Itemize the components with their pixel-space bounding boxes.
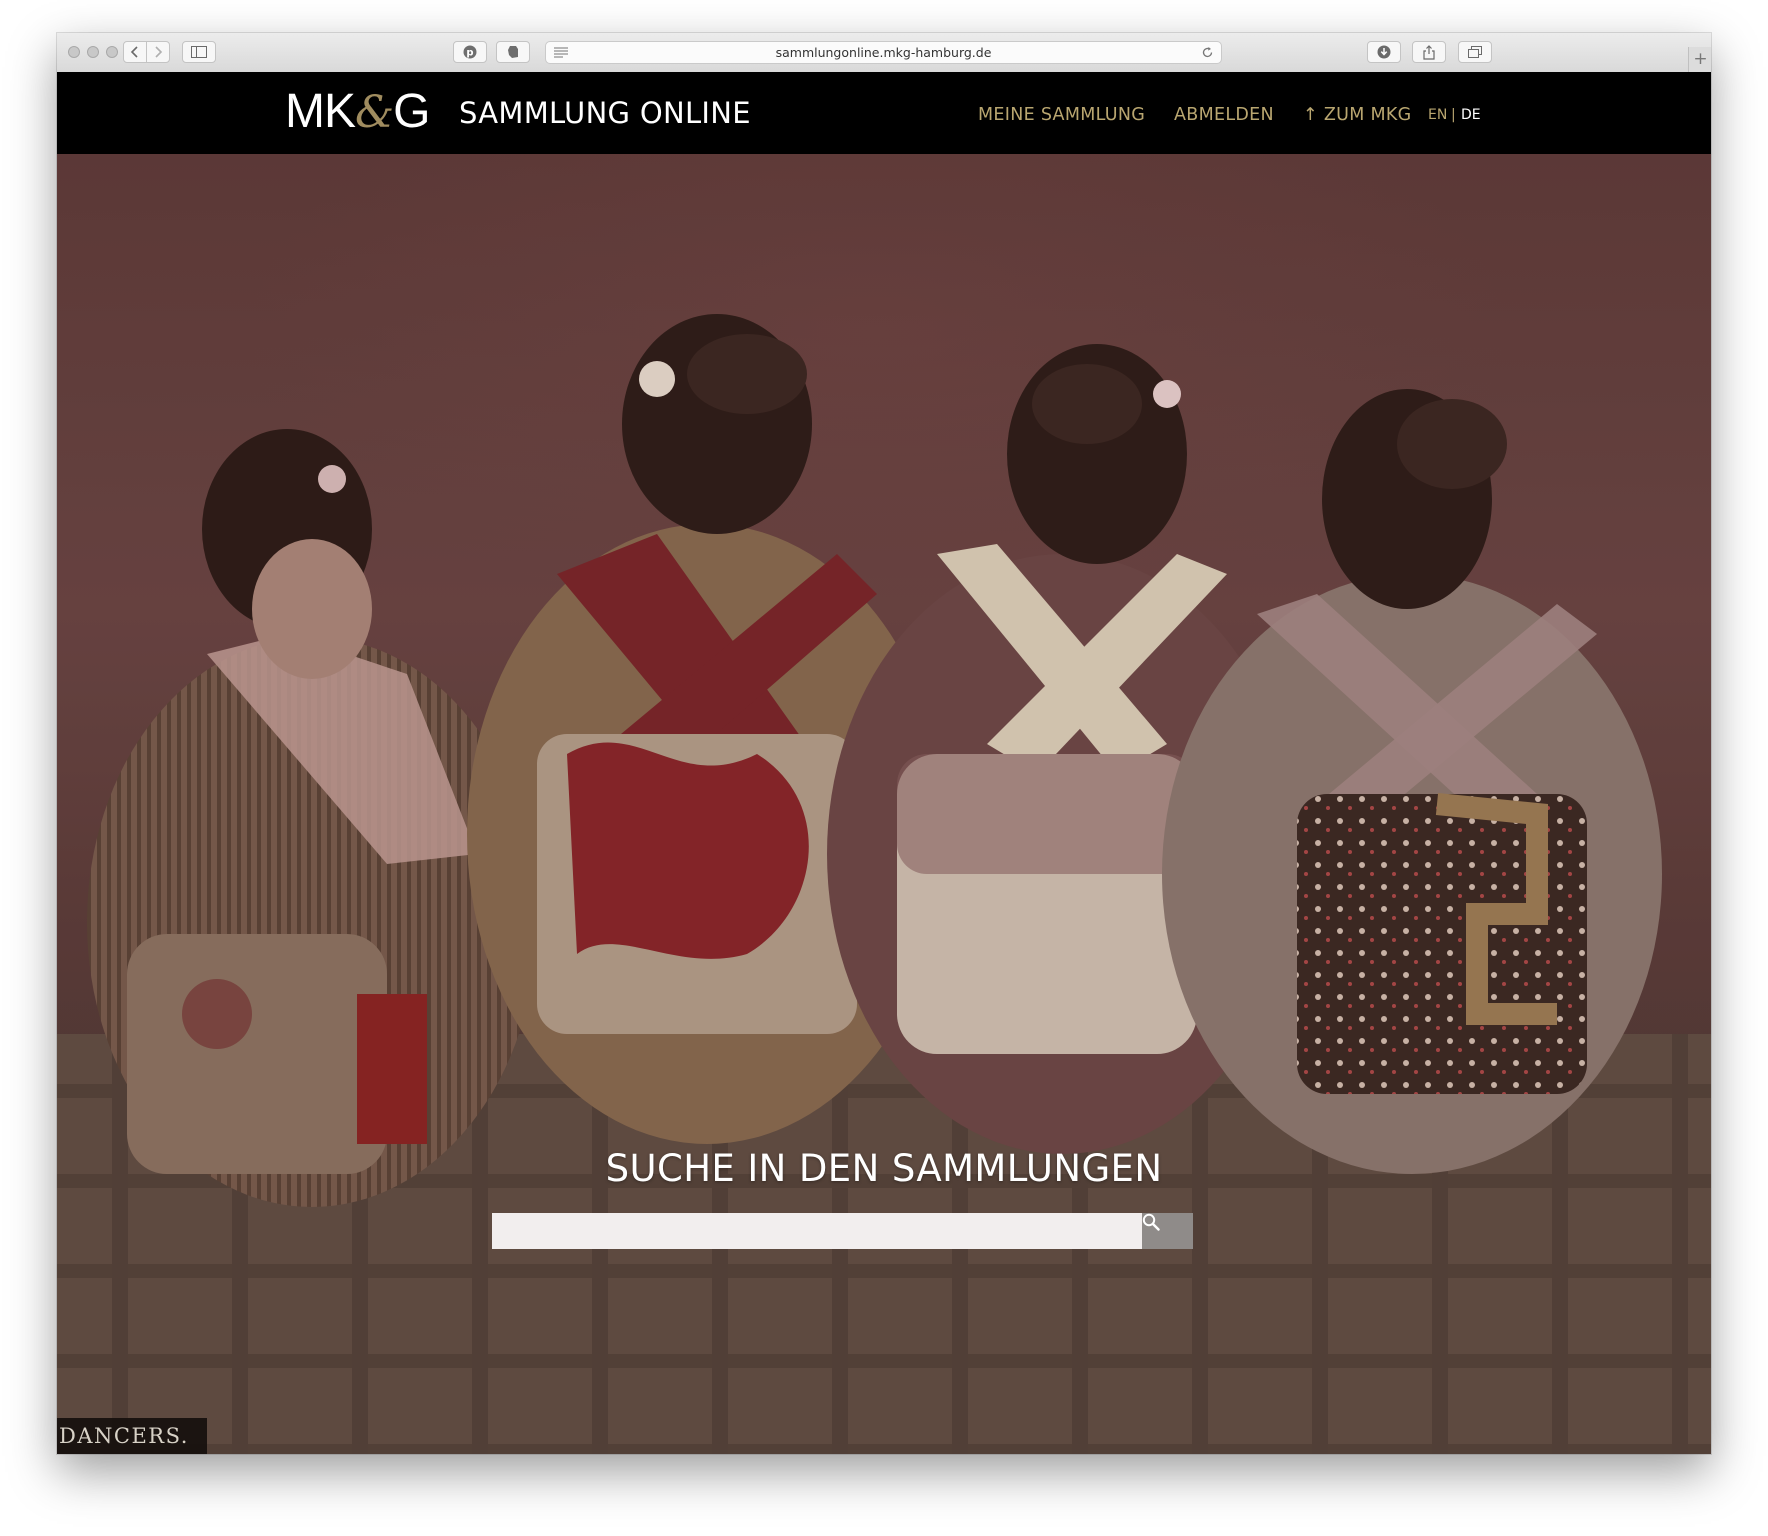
reload-icon[interactable] bbox=[1201, 46, 1214, 59]
tabs-overview-icon bbox=[1468, 46, 1482, 58]
nav-zum-mkg[interactable]: ↑ ZUM MKG bbox=[1303, 104, 1412, 126]
search-input[interactable] bbox=[492, 1213, 1142, 1249]
site-title[interactable]: SAMMLUNG ONLINE bbox=[459, 96, 751, 130]
browser-toolbar: p sammlungonline.mkg-hamburg.de + bbox=[57, 33, 1711, 73]
tabs-overview-button[interactable] bbox=[1458, 41, 1492, 63]
pinterest-button[interactable]: p bbox=[453, 41, 487, 63]
search-heading: SUCHE IN DEN SAMMLUNGEN bbox=[605, 1147, 1163, 1190]
evernote-icon bbox=[508, 46, 518, 58]
hero-section: SUCHE IN DEN SAMMLUNGEN bbox=[57, 154, 1711, 1454]
evernote-button[interactable] bbox=[496, 41, 530, 63]
logo-g: G bbox=[393, 85, 430, 138]
new-tab-button[interactable]: + bbox=[1688, 47, 1711, 72]
forward-button[interactable] bbox=[146, 41, 170, 63]
downloads-button[interactable] bbox=[1367, 41, 1401, 63]
lang-de[interactable]: DE bbox=[1461, 106, 1481, 124]
download-icon bbox=[1377, 45, 1391, 59]
logo-mk: MK bbox=[285, 85, 356, 138]
share-icon bbox=[1423, 44, 1435, 60]
url-text: sammlungonline.mkg-hamburg.de bbox=[775, 45, 992, 60]
photo-caption: DANCERS. bbox=[57, 1418, 207, 1454]
site-header: MK&G SAMMLUNG ONLINE MEINE SAMMLUNG ABME… bbox=[57, 72, 1711, 154]
share-button[interactable] bbox=[1412, 41, 1446, 63]
address-bar[interactable]: sammlungonline.mkg-hamburg.de bbox=[545, 41, 1222, 64]
chevron-left-icon bbox=[130, 46, 138, 58]
browser-window: p sammlungonline.mkg-hamburg.de + MK&G S… bbox=[57, 33, 1711, 1454]
minimize-window-button[interactable] bbox=[87, 46, 99, 58]
nav-zum-mkg-label: ZUM MKG bbox=[1323, 105, 1412, 125]
sidebar-button[interactable] bbox=[182, 41, 216, 63]
close-window-button[interactable] bbox=[68, 46, 80, 58]
mkg-logo[interactable]: MK&G bbox=[285, 85, 431, 139]
arrow-up-icon: ↑ bbox=[1303, 105, 1318, 125]
logo-ampersand: & bbox=[355, 87, 394, 138]
nav-abmelden[interactable]: ABMELDEN bbox=[1174, 104, 1274, 126]
lang-divider: | bbox=[1451, 107, 1456, 123]
back-button[interactable] bbox=[123, 41, 147, 63]
magnifier-icon bbox=[1142, 1213, 1160, 1231]
chevron-right-icon bbox=[155, 46, 163, 58]
sidebar-icon bbox=[191, 46, 207, 58]
nav-meine-sammlung[interactable]: MEINE SAMMLUNG bbox=[978, 104, 1145, 126]
svg-text:p: p bbox=[466, 48, 473, 59]
hero-photo-dancers bbox=[57, 154, 1711, 1454]
zoom-window-button[interactable] bbox=[106, 46, 118, 58]
search-button[interactable] bbox=[1142, 1213, 1193, 1249]
pinterest-icon: p bbox=[463, 45, 477, 59]
lang-en[interactable]: EN bbox=[1428, 106, 1447, 124]
